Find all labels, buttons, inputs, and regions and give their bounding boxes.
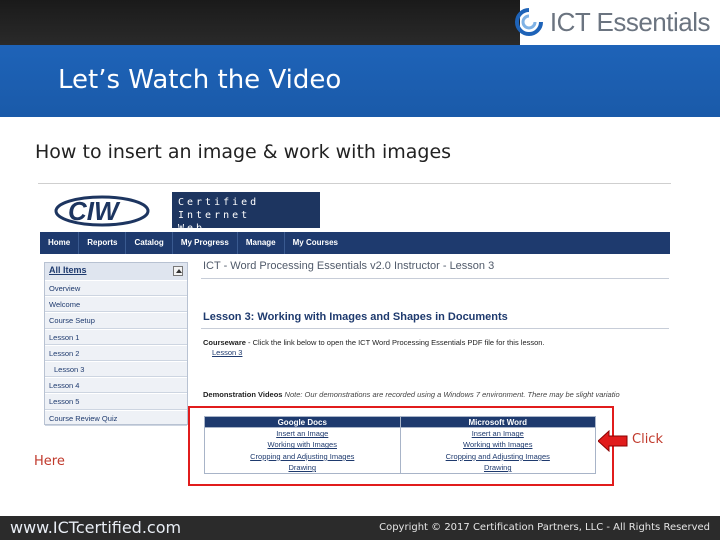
footer: www.ICTcertified.com Copyright © 2017 Ce… [0,516,720,540]
courseware-description: - Click the link below to open the ICT W… [245,338,545,347]
ciw-header: CIW Certified Internet Web Professional [54,189,320,247]
nav-catalog[interactable]: Catalog [126,232,173,254]
title-band: Let’s Watch the Video [0,45,720,117]
sidebar-item-lesson-4[interactable]: Lesson 4 [45,377,187,394]
slide-subtitle: How to insert an image & work with image… [35,141,452,163]
nav-home[interactable]: Home [40,232,80,254]
click-annotation: Click [632,432,663,447]
courseware-text: Courseware - Click the link below to ope… [203,338,545,347]
here-annotation: Here [34,454,65,469]
sidebar-item-welcome[interactable]: Welcome [45,296,187,313]
sidebar-item-overview[interactable]: Overview [45,280,187,297]
sidebar-item-lesson-3[interactable]: Lesson 3 [45,360,187,378]
logo-text: ICT Essentials [549,6,711,37]
footer-copyright: Copyright © 2017 Certification Partners,… [379,522,710,533]
nav-my-courses[interactable]: My Courses [285,232,346,254]
courseware-link-lesson-3[interactable]: Lesson 3 [212,348,242,357]
ciw-logo-text: CIW [68,196,121,226]
divider [201,328,669,329]
courseware-label: Courseware [203,338,246,347]
slide: ICT Essentials Let’s Watch the Video How… [0,0,720,540]
collapse-icon[interactable] [173,266,183,276]
divider [201,278,669,279]
ict-swirl-icon [514,8,543,36]
ciw-badge: Certified Internet Web Professional [172,192,320,247]
ciw-logo-icon: CIW [54,195,150,227]
slide-title: Let’s Watch the Video [58,65,342,95]
nav-my-progress[interactable]: My Progress [173,232,238,254]
lesson-heading: Lesson 3: Working with Images and Shapes… [203,311,508,323]
top-dark-strip [0,0,520,45]
top-bar: ICT Essentials [0,0,720,45]
sidebar-item-lesson-2[interactable]: Lesson 2 [45,344,187,361]
sidebar-heading: All Items [45,263,187,280]
sidebar-heading-label[interactable]: All Items [49,265,87,275]
top-nav: Home Reports Catalog My Progress Manage … [40,232,670,254]
sidebar-item-course-review-quiz[interactable]: Course Review Quiz [45,409,187,426]
red-arrow-icon [598,430,628,452]
footer-url: www.ICTcertified.com [10,518,182,537]
demo-label: Demonstration Videos [203,390,283,399]
ict-essentials-logo: ICT Essentials [514,4,711,40]
nav-reports[interactable]: Reports [79,232,127,254]
ciw-badge-line1: Certified Internet [178,197,260,221]
nav-manage[interactable]: Manage [238,232,285,254]
course-title: ICT - Word Processing Essentials v2.0 In… [203,260,495,272]
sidebar-item-course-setup[interactable]: Course Setup [45,312,187,329]
sidebar: All Items Overview Welcome Course Setup … [44,262,188,426]
demo-note: Note: Our demonstrations are recorded us… [282,390,620,399]
sidebar-item-lesson-1[interactable]: Lesson 1 [45,328,187,345]
red-highlight-box [188,406,614,486]
sidebar-item-lesson-5[interactable]: Lesson 5 [45,393,187,410]
demo-videos-text: Demonstration Videos Note: Our demonstra… [203,390,669,399]
